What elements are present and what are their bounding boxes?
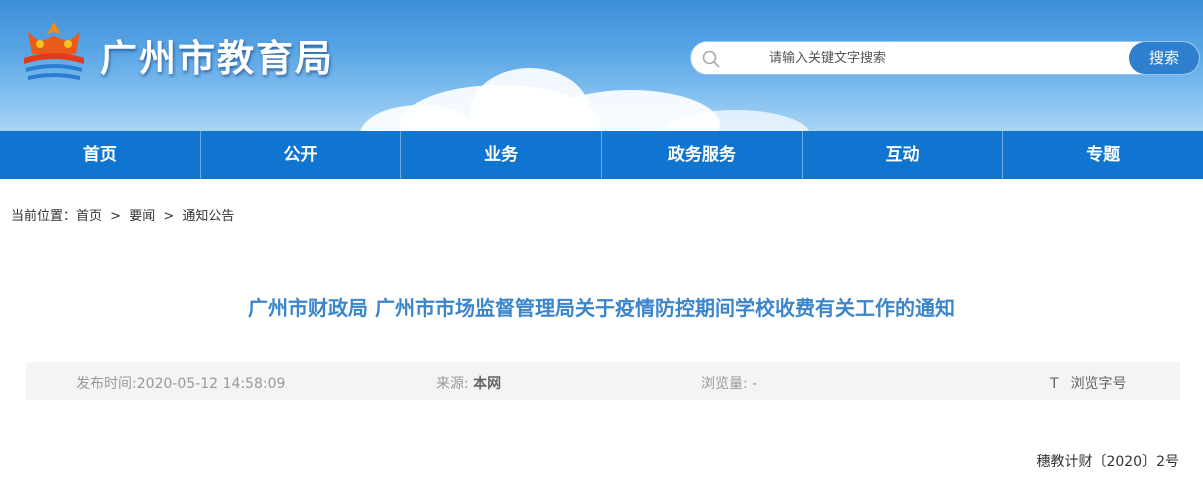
source: 来源: 本网 [436,373,501,393]
source-label: 来源: [436,376,474,392]
publish-time: 发布时间:2020-05-12 14:58:09 [76,373,285,393]
article-title: 广州市财政局 广州市市场监督管理局关于疫情防控期间学校收费有关工作的通知 [248,296,955,320]
site-header: 广州市教育局 搜索 [0,0,1203,132]
view-count: 浏览量: - [701,373,757,393]
publish-time-value: 2020-05-12 14:58:09 [136,376,286,392]
nav-item-interaction[interactable]: 互动 [803,131,1004,179]
nav-item-home[interactable]: 首页 [0,131,201,179]
breadcrumb-link-home[interactable]: 首页 [76,209,102,224]
nav-item-topics[interactable]: 专题 [1003,131,1203,179]
article-meta-bar: 发布时间:2020-05-12 14:58:09 来源: 本网 浏览量: - T… [26,362,1180,400]
nav-item-gov-service[interactable]: 政务服务 [602,131,803,179]
breadcrumb-label: 当前位置： [11,209,77,224]
document-number: 穗教计财〔2020〕2号 [1036,454,1179,470]
main-nav: 首页 公开 业务 政务服务 互动 专题 [0,131,1203,179]
font-size-label: 浏览字号 [1070,376,1127,392]
site-title[interactable]: 广州市教育局 [100,28,334,82]
font-size-control[interactable]: T 浏览字号 [1050,373,1127,393]
breadcrumb-link-notices[interactable]: 通知公告 [182,209,234,224]
search-box: 搜索 [690,41,1200,75]
breadcrumb-link-news[interactable]: 要闻 [129,209,155,224]
publish-time-label: 发布时间: [76,376,137,392]
search-input[interactable] [731,42,1121,74]
search-button[interactable]: 搜索 [1129,42,1199,74]
breadcrumb: 当前位置：首页 > 要闻 > 通知公告 [11,205,238,224]
view-count-label: 浏览量: [701,376,753,392]
source-value: 本网 [473,376,502,392]
view-count-value: - [752,376,758,392]
font-size-icon: T [1050,376,1059,392]
search-icon [702,50,720,68]
breadcrumb-separator: > [110,209,122,224]
nav-item-public[interactable]: 公开 [201,131,402,179]
breadcrumb-separator: > [163,209,175,224]
education-bureau-logo[interactable] [14,18,94,88]
nav-item-business[interactable]: 业务 [401,131,603,179]
